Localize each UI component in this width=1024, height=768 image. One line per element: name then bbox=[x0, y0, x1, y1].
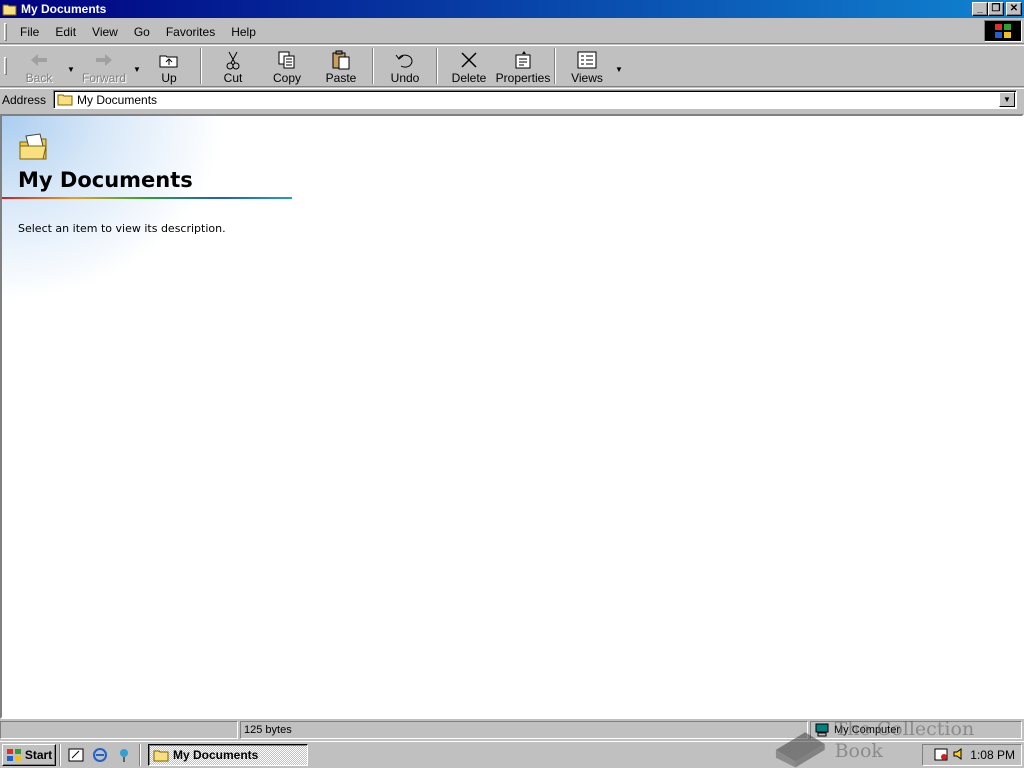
forward-button[interactable]: Forward bbox=[76, 47, 132, 85]
channels-icon[interactable] bbox=[114, 745, 134, 765]
views-button[interactable]: Views bbox=[560, 47, 614, 85]
title-bar[interactable]: My Documents _ ❐ ✕ bbox=[0, 0, 1024, 18]
menu-help[interactable]: Help bbox=[223, 25, 264, 39]
toolbar-separator bbox=[372, 48, 374, 84]
paste-button[interactable]: Paste bbox=[314, 47, 368, 85]
forward-arrow-icon bbox=[94, 49, 114, 71]
undo-button[interactable]: Undo bbox=[378, 47, 432, 85]
toolbar-separator bbox=[436, 48, 438, 84]
properties-button[interactable]: Properties bbox=[496, 47, 550, 85]
status-message bbox=[0, 721, 238, 739]
address-value: My Documents bbox=[77, 92, 158, 107]
task-label: My Documents bbox=[173, 748, 259, 762]
menu-go[interactable]: Go bbox=[126, 25, 158, 39]
back-label: Back bbox=[25, 71, 53, 85]
folder-view[interactable]: My Documents Select an item to view its … bbox=[0, 114, 1024, 719]
toolbar-grip[interactable] bbox=[4, 57, 7, 75]
restore-button[interactable]: ❐ bbox=[988, 2, 1004, 16]
undo-label: Undo bbox=[390, 71, 420, 85]
up-folder-icon bbox=[158, 49, 180, 71]
views-dropdown-arrow-icon[interactable]: ▼ bbox=[614, 59, 624, 74]
folder-icon bbox=[2, 4, 17, 16]
standard-toolbar: Back ▼ Forward ▼ Up Cut Copy Paste Undo … bbox=[0, 45, 1024, 87]
internet-explorer-icon[interactable] bbox=[90, 745, 110, 765]
windows-logo-icon bbox=[6, 749, 21, 761]
views-label: Views bbox=[571, 71, 603, 85]
windows-logo-icon bbox=[984, 20, 1022, 42]
cut-label: Cut bbox=[223, 71, 243, 85]
menu-view[interactable]: View bbox=[84, 25, 126, 39]
back-dropdown-arrow-icon[interactable]: ▼ bbox=[66, 59, 76, 74]
clipboard-icon bbox=[331, 49, 351, 71]
book-logo-icon bbox=[775, 732, 825, 768]
delete-label: Delete bbox=[451, 71, 487, 85]
views-grid-icon bbox=[577, 49, 597, 71]
forward-dropdown-arrow-icon[interactable]: ▼ bbox=[132, 59, 142, 74]
scissors-icon bbox=[224, 49, 242, 71]
task-my-documents[interactable]: My Documents bbox=[148, 744, 308, 766]
paste-label: Paste bbox=[325, 71, 357, 85]
watermark: The Collection Book bbox=[772, 718, 1024, 768]
copy-icon bbox=[277, 49, 297, 71]
delete-x-icon bbox=[460, 49, 478, 71]
minimize-button[interactable]: _ bbox=[972, 2, 988, 16]
menu-favorites[interactable]: Favorites bbox=[158, 25, 223, 39]
undo-arrow-icon bbox=[395, 49, 415, 71]
taskbar-separator bbox=[139, 744, 141, 766]
address-label: Address bbox=[2, 92, 47, 107]
up-label: Up bbox=[161, 71, 177, 85]
address-input[interactable]: My Documents ▼ bbox=[53, 90, 1017, 109]
heading-divider bbox=[2, 197, 292, 199]
start-label: Start bbox=[24, 748, 53, 762]
menu-file[interactable]: File bbox=[12, 25, 47, 39]
forward-label: Forward bbox=[81, 71, 126, 85]
watermark-text: The Collection Book bbox=[834, 718, 975, 762]
start-button[interactable]: Start bbox=[2, 744, 56, 766]
copy-label: Copy bbox=[272, 71, 301, 85]
toolbar-separator bbox=[554, 48, 556, 84]
show-desktop-icon[interactable] bbox=[66, 745, 86, 765]
folder-heading: My Documents bbox=[18, 168, 193, 192]
menu-edit[interactable]: Edit bbox=[47, 25, 84, 39]
status-size: 125 bytes bbox=[240, 721, 808, 739]
folder-icon bbox=[57, 94, 73, 106]
delete-button[interactable]: Delete bbox=[442, 47, 496, 85]
address-dropdown-button[interactable]: ▼ bbox=[999, 92, 1015, 107]
up-button[interactable]: Up bbox=[142, 47, 196, 85]
taskbar-separator bbox=[59, 744, 61, 766]
address-bar: Address My Documents ▼ bbox=[0, 88, 1024, 110]
window-title: My Documents bbox=[21, 2, 107, 16]
cut-button[interactable]: Cut bbox=[206, 47, 260, 85]
properties-icon bbox=[513, 49, 533, 71]
back-arrow-icon bbox=[29, 49, 49, 71]
toolbar-separator bbox=[200, 48, 202, 84]
properties-label: Properties bbox=[495, 71, 551, 85]
open-folder-icon bbox=[19, 133, 47, 160]
close-button[interactable]: ✕ bbox=[1006, 2, 1022, 16]
folder-icon bbox=[153, 750, 169, 761]
menu-bar: File Edit View Go Favorites Help bbox=[0, 20, 1024, 44]
item-description: Select an item to view its description. bbox=[18, 222, 226, 235]
back-button[interactable]: Back bbox=[12, 47, 66, 85]
copy-button[interactable]: Copy bbox=[260, 47, 314, 85]
toolbar-grip[interactable] bbox=[4, 22, 7, 41]
